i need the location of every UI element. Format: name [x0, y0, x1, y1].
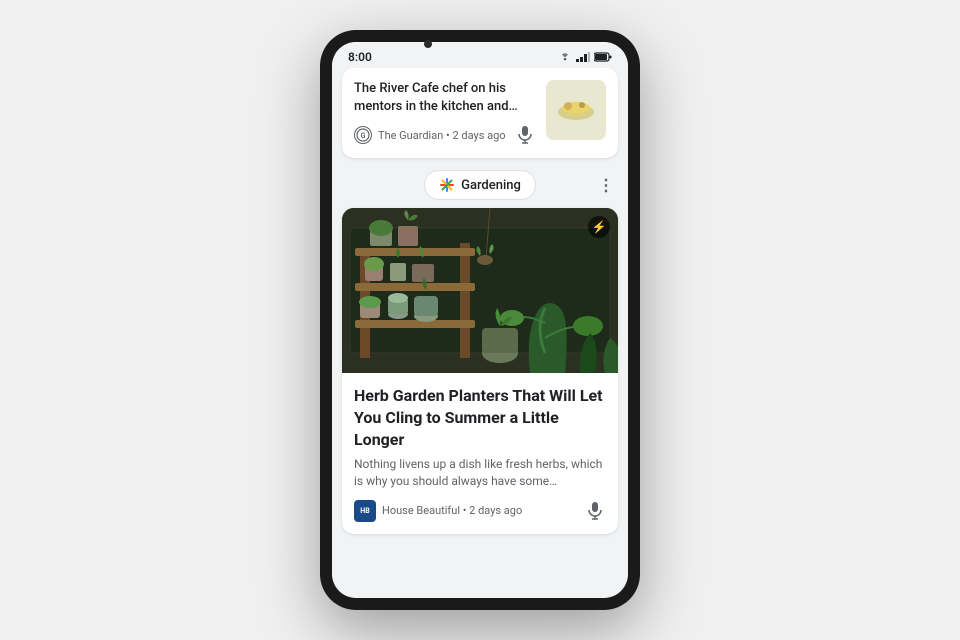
content-area: The River Cafe chef on his mentors in th…	[332, 68, 628, 588]
article-meta-1: G The Guardian • 2 days ago	[354, 124, 536, 146]
status-icons	[558, 52, 612, 62]
category-label: Gardening	[461, 178, 521, 193]
audio-button-1[interactable]	[514, 124, 536, 146]
article-title-1: The River Cafe chef on his mentors in th…	[354, 80, 536, 116]
article-text-block: The River Cafe chef on his mentors in th…	[354, 80, 536, 146]
more-options-button[interactable]: ⋮	[594, 172, 618, 199]
gardening-image: ⚡	[342, 208, 618, 373]
battery-icon	[594, 52, 612, 62]
phone-screen: 8:00	[332, 42, 628, 598]
house-beautiful-logo: HB	[354, 500, 376, 522]
source-name-1: The Guardian • 2 days ago	[378, 129, 506, 142]
gardening-excerpt: Nothing livens up a dish like fresh herb…	[354, 456, 606, 490]
source-info-2: HB House Beautiful • 2 days ago	[354, 500, 522, 522]
status-bar: 8:00	[332, 42, 628, 68]
gardening-card-content: Herb Garden Planters That Will Let You C…	[342, 373, 618, 533]
guardian-logo: G	[354, 126, 372, 144]
plant-scene-illustration	[342, 208, 618, 373]
category-row: Gardening ⋮	[342, 170, 618, 200]
gardening-chip[interactable]: Gardening	[424, 170, 536, 200]
gardening-card[interactable]: ⚡ Herb Garden Planters That Will Let You…	[342, 208, 618, 533]
phone-frame: 8:00	[320, 30, 640, 610]
signal-icon	[576, 52, 590, 62]
svg-text:G: G	[361, 132, 366, 140]
gardening-meta: HB House Beautiful • 2 days ago	[354, 500, 606, 522]
google-star-icon	[439, 177, 455, 193]
source-info-1: G The Guardian • 2 days ago	[354, 126, 506, 144]
article-thumbnail-1	[546, 80, 606, 140]
gardening-title: Herb Garden Planters That Will Let You C…	[354, 385, 606, 450]
status-time: 8:00	[348, 50, 372, 64]
article-card-1[interactable]: The River Cafe chef on his mentors in th…	[342, 68, 618, 158]
source-name-2: House Beautiful • 2 days ago	[382, 504, 522, 517]
audio-button-2[interactable]	[584, 500, 606, 522]
wifi-icon	[558, 52, 572, 62]
